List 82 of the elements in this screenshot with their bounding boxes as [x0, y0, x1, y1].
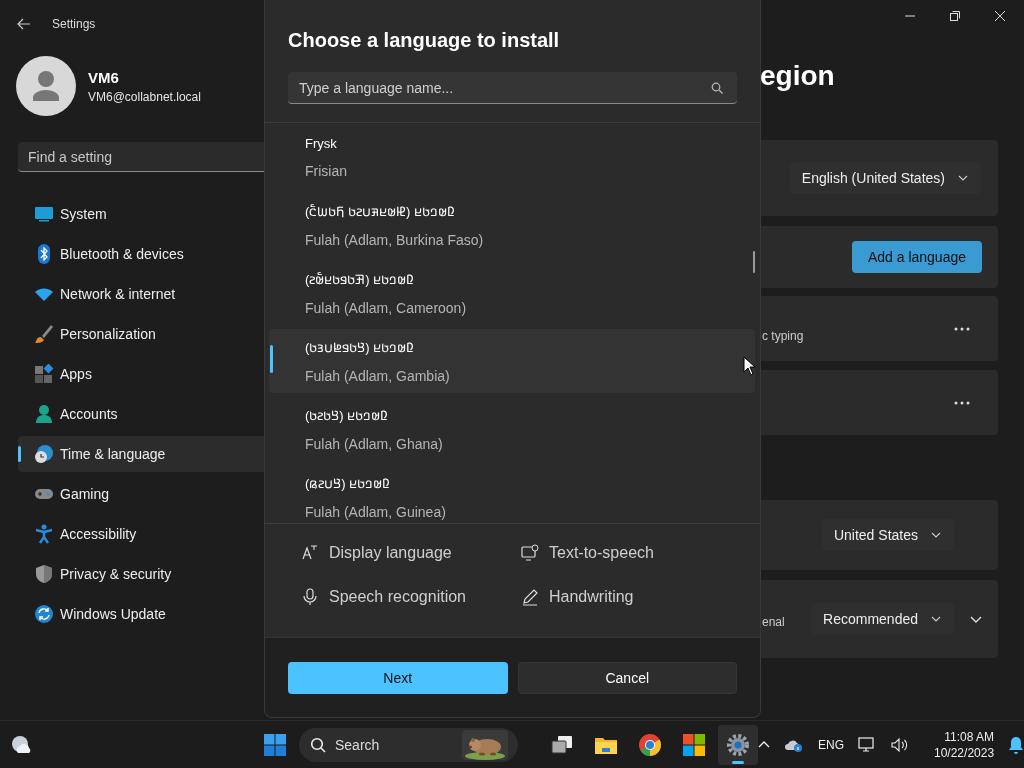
dropdown[interactable]: Recommended — [811, 603, 954, 635]
language-name: Frisian — [305, 162, 348, 179]
close-icon[interactable] — [994, 10, 1006, 22]
dropdown[interactable]: United States — [821, 519, 954, 551]
card-text: c typing — [762, 328, 804, 343]
gear-icon[interactable] — [726, 732, 750, 757]
language-native-name: 𞤆𞤵𞤤𞤢𞤪 (𞤘𞤭𞤲𞤫) — [305, 475, 391, 492]
colored-squares-icon[interactable] — [682, 732, 706, 757]
clock-time[interactable]: 11:08 AM — [934, 728, 995, 745]
volume-icon[interactable] — [890, 736, 910, 753]
nav-item[interactable]: Bluetooth & devices — [18, 236, 265, 272]
language-name: Fulah (Adlam, Guinea) — [305, 504, 447, 520]
next-button[interactable]: Next — [288, 662, 508, 694]
scrollbar-thumb[interactable] — [753, 251, 755, 273]
nav-item[interactable]: Apps — [18, 356, 265, 392]
display-language-icon — [301, 544, 319, 562]
maximize-icon[interactable] — [949, 10, 961, 22]
nav-item[interactable]: Accessibility — [18, 516, 265, 552]
language-item[interactable]: 𞤆𞤵𞤤𞤢𞤪 (𞤄𞤵𞤪𞤳𞤭𞤲𞤢 𞤊𞤢𞤧𞤮𞥅) Fulah (Adlam, Burkina Faso) — [269, 193, 755, 257]
feature-label: Handwriting — [549, 588, 634, 606]
taskbar-button[interactable] — [718, 724, 758, 765]
language-item[interactable]: Frysk Frisian — [269, 125, 755, 189]
avatar-icon — [16, 56, 76, 116]
microphone-icon — [301, 588, 319, 606]
dropdown[interactable]: English (United States) — [789, 162, 981, 194]
nav-item[interactable]: Privacy & security — [18, 556, 265, 592]
search-icon — [310, 736, 326, 753]
account-email: VM6@collabnet.local — [88, 89, 201, 104]
card-text: enal — [762, 615, 785, 629]
nav-item[interactable]: Personalization — [18, 316, 265, 352]
feature-label: Text-to-speech — [549, 544, 654, 562]
window-title: Settings — [52, 17, 96, 31]
network-icon[interactable] — [858, 736, 876, 753]
more-icon[interactable] — [954, 400, 970, 405]
setting-search-field[interactable]: Find a setting — [18, 142, 265, 172]
more-icon[interactable] — [954, 326, 970, 331]
feature-label: Display language — [329, 544, 452, 562]
nav-item[interactable]: Windows Update — [18, 596, 265, 632]
windows-logo[interactable] — [263, 732, 287, 757]
cancel-button[interactable]: Cancel — [517, 662, 737, 694]
nav-item[interactable]: Network & internet — [18, 276, 265, 312]
language-name: Fulah (Adlam, Ghana) — [305, 436, 444, 452]
language-native-name: Frysk — [305, 135, 337, 151]
nav-item[interactable]: Accounts — [18, 396, 265, 432]
back-icon[interactable] — [17, 18, 31, 30]
language-native-name: 𞤆𞤵𞤤𞤢𞤪 (𞤘𞤢𞤲𞤢) — [305, 407, 389, 424]
apps-icon — [34, 364, 54, 384]
globe-clock-icon — [34, 444, 54, 464]
language-native-name: 𞤆𞤵𞤤𞤢𞤪 (𞤘𞤢𞤥𞤦𞤭𞤴𞤢) — [305, 339, 415, 356]
brush-icon — [34, 324, 54, 344]
language-native-name: 𞤆𞤵𞤤𞤢𞤪 (𞤄𞤵𞤪𞤳𞤭𞤲𞤢 𞤊𞤢𞤧𞤮𞥅) — [305, 203, 455, 220]
sync-icon — [34, 604, 54, 624]
speech-monitor-icon — [521, 544, 539, 562]
bell-icon[interactable] — [1008, 735, 1024, 754]
language-name: Fulah (Adlam, Cameroon) — [305, 300, 468, 316]
language-search-field[interactable]: Type a language name... — [288, 72, 737, 104]
account-name: VM6 — [88, 68, 120, 86]
language-item[interactable]: 𞤆𞤵𞤤𞤢𞤪 (𞤑𞤢𞤥𞤢𞤪𞤵𞥅𞤲) Fulah (Adlam, Cameroon) — [269, 261, 755, 325]
shield-icon — [34, 564, 54, 584]
cursor-icon — [743, 356, 757, 376]
feature-label: Speech recognition — [329, 588, 466, 606]
add-language-button[interactable]: Add a language — [851, 241, 982, 273]
nav-item[interactable]: System — [18, 196, 265, 232]
language-item[interactable]: 𞤆𞤵𞤤𞤢𞤪 (𞤘𞤭𞤲𞤫) Fulah (Adlam, Guinea) — [269, 465, 755, 523]
language-native-name: 𞤆𞤵𞤤𞤢𞤪 (𞤑𞤢𞤥𞤢𞤪𞤵𞥅𞤲) — [305, 271, 415, 288]
language-item[interactable]: 𞤆𞤵𞤤𞤢𞤪 (𞤘𞤢𞤲𞤢) Fulah (Adlam, Ghana) — [269, 397, 755, 461]
pen-icon — [521, 588, 539, 606]
language-indicator[interactable]: ENG — [818, 737, 844, 752]
accessibility-icon — [34, 524, 54, 544]
taskbar-search-field[interactable]: Search — [299, 727, 518, 762]
search-icon — [711, 82, 723, 94]
dialog-title: Choose a language to install — [288, 28, 561, 53]
monitor-icon — [34, 204, 54, 224]
language-item[interactable]: 𞤆𞤵𞤤𞤢𞤪 (𞤘𞤢𞤥𞤦𞤭𞤴𞤢) Fulah (Adlam, Gambia) — [269, 329, 755, 393]
browser-icon[interactable] — [638, 732, 662, 757]
clock-date[interactable]: 10/22/2023 — [934, 744, 995, 761]
person-icon — [34, 404, 54, 424]
nav-item[interactable]: Time & language — [18, 436, 265, 472]
nav-item[interactable]: Gaming — [18, 476, 265, 512]
language-name: Fulah (Adlam, Gambia) — [305, 368, 451, 384]
language-name: Fulah (Adlam, Burkina Faso) — [305, 232, 485, 248]
page-title: egion — [760, 59, 836, 93]
